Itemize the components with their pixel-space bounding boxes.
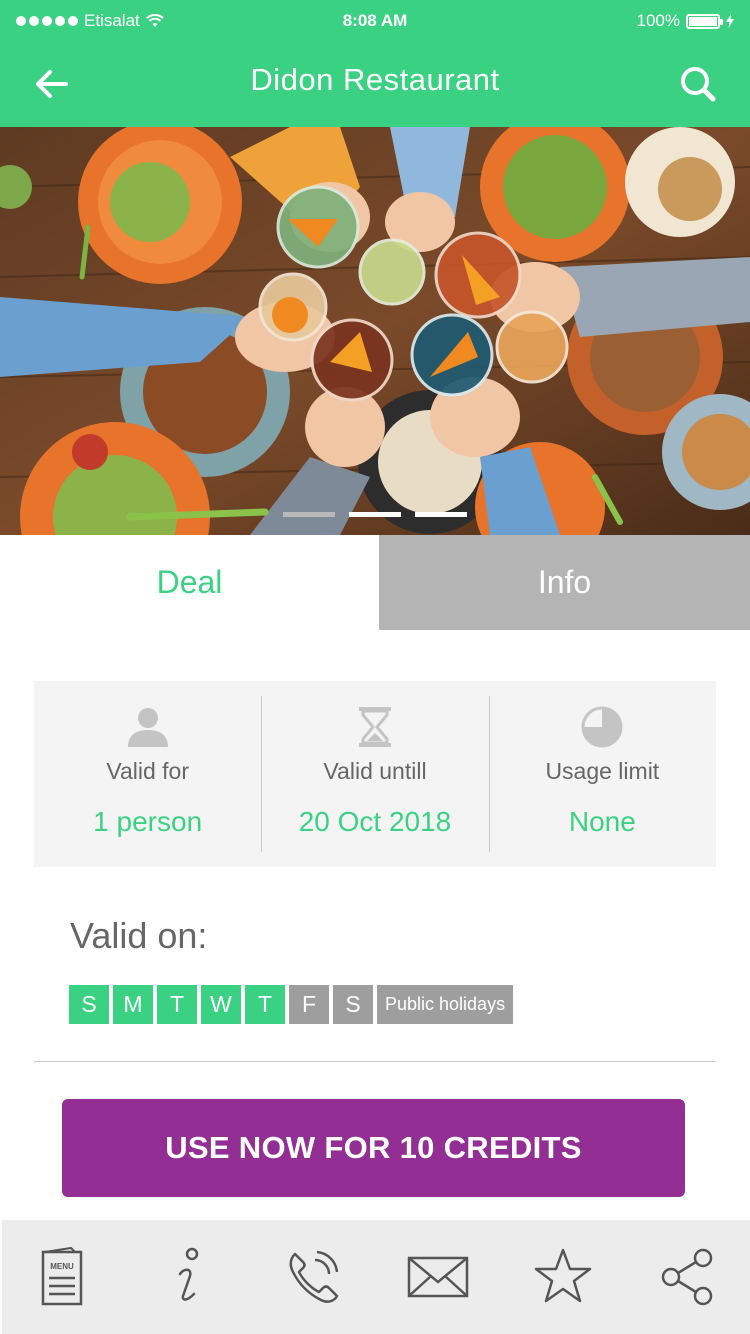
carousel-pager [0,512,750,517]
day-thursday: T [245,985,285,1024]
menu-icon-text: MENU [51,1262,75,1271]
charging-icon [726,14,734,28]
stat-value: 1 person [93,806,203,837]
day-tuesday: T [157,985,197,1024]
stat-usage-limit: Usage limit None [488,681,716,867]
pie-chart-icon [581,706,623,748]
tab-deal[interactable]: Deal [0,535,379,630]
page-title: Didon Restaurant [250,62,500,97]
battery-icon [686,13,723,29]
search-button[interactable] [676,62,720,106]
status-bar: Etisalat 8:08 AM 100% [0,0,750,42]
deal-stats: Valid for 1 person Valid untill 20 Oct 2… [34,681,716,867]
mail-icon [408,1256,469,1298]
day-public-holidays: Public holidays [377,985,514,1024]
day-wednesday: W [201,985,241,1024]
section-divider [34,1061,716,1062]
day-saturday: S [333,985,373,1024]
info-icon [178,1247,199,1301]
stat-label: Usage limit [545,758,660,784]
hero-image-carousel[interactable] [0,127,750,535]
tab-info[interactable]: Info [379,535,750,630]
hourglass-icon [358,707,391,747]
status-right: 100% [637,11,734,31]
valid-days: S M T W T F S Public holidays [69,985,514,1024]
share-icon [661,1248,712,1306]
phone-icon [289,1250,338,1303]
bottom-toolbar: MENU [2,1220,750,1334]
star-icon [534,1248,592,1303]
stat-label: Valid for [106,758,189,784]
stat-label: Valid untill [323,758,427,784]
stat-value: None [568,806,636,837]
day-monday: M [113,985,153,1024]
battery-percent: 100% [636,11,680,30]
favorite-button[interactable] [501,1220,626,1334]
share-button[interactable] [625,1220,750,1334]
day-sunday: S [69,985,109,1024]
person-icon [127,708,168,747]
call-button[interactable] [251,1220,376,1334]
food-table-photo [0,127,750,535]
stat-value: 20 Oct 2018 [298,806,452,837]
pager-dot-1[interactable] [283,512,335,517]
menu-button[interactable]: MENU [2,1220,127,1334]
search-icon [681,67,716,102]
day-friday: F [289,985,329,1024]
pager-dot-3[interactable] [415,512,467,517]
pager-dot-2[interactable] [349,512,401,517]
stat-valid-until: Valid untill 20 Oct 2018 [261,681,488,867]
menu-icon: MENU [42,1246,83,1306]
top-bar: Etisalat 8:08 AM 100% Didon Restaurant [0,0,750,127]
info-button[interactable] [127,1220,252,1334]
stat-valid-for: Valid for 1 person [34,681,261,867]
nav-bar: Didon Restaurant [0,42,750,127]
tab-bar: Deal Info [0,535,750,630]
valid-on-title: Valid on: [70,915,208,956]
use-now-button[interactable]: USE NOW FOR 10 CREDITS [62,1099,685,1197]
email-button[interactable] [376,1220,501,1334]
